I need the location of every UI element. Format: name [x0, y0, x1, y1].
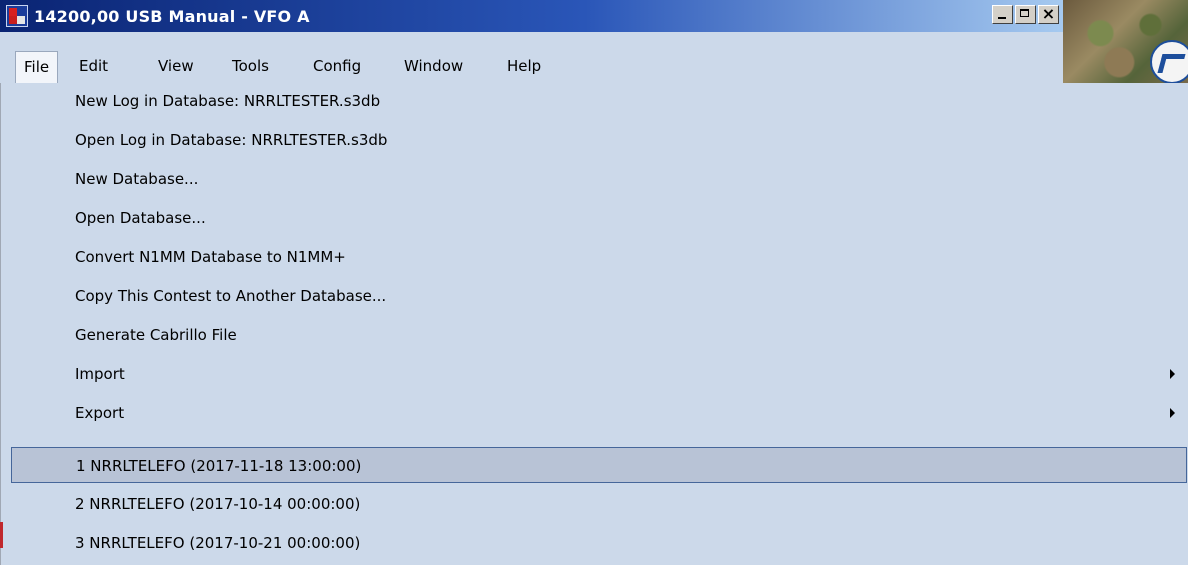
menu-item-recent-3[interactable]: 3 NRRLTELEFO (2017-10-21 00:00:00) [1, 525, 1188, 561]
menu-edit[interactable]: Edit [79, 50, 108, 83]
menu-file[interactable]: File [15, 51, 59, 84]
menu-help[interactable]: Help [507, 50, 541, 83]
submenu-arrow-icon [1170, 408, 1175, 418]
background-window-edge [0, 522, 3, 548]
menu-item-label: Open Database... [75, 209, 206, 227]
maximize-icon [1020, 9, 1029, 17]
menu-item-label: Copy This Contest to Another Database... [75, 287, 387, 305]
close-icon: × [1041, 4, 1056, 23]
submenu-arrow-icon [1170, 369, 1175, 379]
menu-item-copy-contest[interactable]: Copy This Contest to Another Database... [1, 278, 1188, 314]
menu-item-label: New Database... [75, 170, 199, 188]
menu-config[interactable]: Config [313, 50, 361, 83]
menu-item-new-database[interactable]: New Database... [1, 161, 1188, 197]
menu-item-recent-1[interactable]: 1 NRRLTELEFO (2017-11-18 13:00:00) [11, 447, 1187, 483]
menu-item-new-log[interactable]: New Log in Database: NRRLTESTER.s3db [1, 83, 1188, 119]
menu-item-label: 2 NRRLTELEFO (2017-10-14 00:00:00) [75, 495, 361, 513]
menu-item-label: Export [75, 404, 125, 422]
minimize-icon [998, 17, 1006, 19]
menu-item-import[interactable]: Import [1, 356, 1188, 392]
menu-item-recent-2[interactable]: 2 NRRLTELEFO (2017-10-14 00:00:00) [1, 486, 1188, 522]
menu-item-label: Open Log in Database: NRRLTESTER.s3db [75, 131, 388, 149]
menu-item-label: 1 NRRLTELEFO (2017-11-18 13:00:00) [76, 457, 362, 475]
menu-item-label: Convert N1MM Database to N1MM+ [75, 248, 346, 266]
menu-item-generate-cabrillo[interactable]: Generate Cabrillo File [1, 317, 1188, 353]
close-button[interactable]: × [1038, 4, 1059, 24]
menu-tools[interactable]: Tools [232, 50, 269, 83]
maximize-button[interactable] [1015, 5, 1036, 24]
window-controls: × [992, 4, 1059, 24]
menu-window[interactable]: Window [404, 50, 463, 83]
menu-view[interactable]: View [158, 50, 194, 83]
app-icon[interactable] [6, 5, 28, 27]
file-menu-dropdown: New Log in Database: NRRLTESTER.s3db Ope… [0, 83, 1188, 565]
menu-item-label: New Log in Database: NRRLTESTER.s3db [75, 92, 381, 110]
menu-item-label: Generate Cabrillo File [75, 326, 237, 344]
menu-item-open-log[interactable]: Open Log in Database: NRRLTESTER.s3db [1, 122, 1188, 158]
minimize-button[interactable] [992, 5, 1013, 24]
desktop-logo-icon [1150, 40, 1188, 84]
title-bar[interactable]: 14200,00 USB Manual - VFO A × [0, 0, 1063, 32]
menu-item-label: Import [75, 365, 125, 383]
menu-item-open-database[interactable]: Open Database... [1, 200, 1188, 236]
menu-item-label: 3 NRRLTELEFO (2017-10-21 00:00:00) [75, 534, 361, 552]
menu-item-convert-database[interactable]: Convert N1MM Database to N1MM+ [1, 239, 1188, 275]
window-title: 14200,00 USB Manual - VFO A [34, 6, 310, 26]
menu-bar: File Edit View Tools Config Window Help [0, 32, 1063, 84]
menu-item-export[interactable]: Export [1, 395, 1188, 431]
